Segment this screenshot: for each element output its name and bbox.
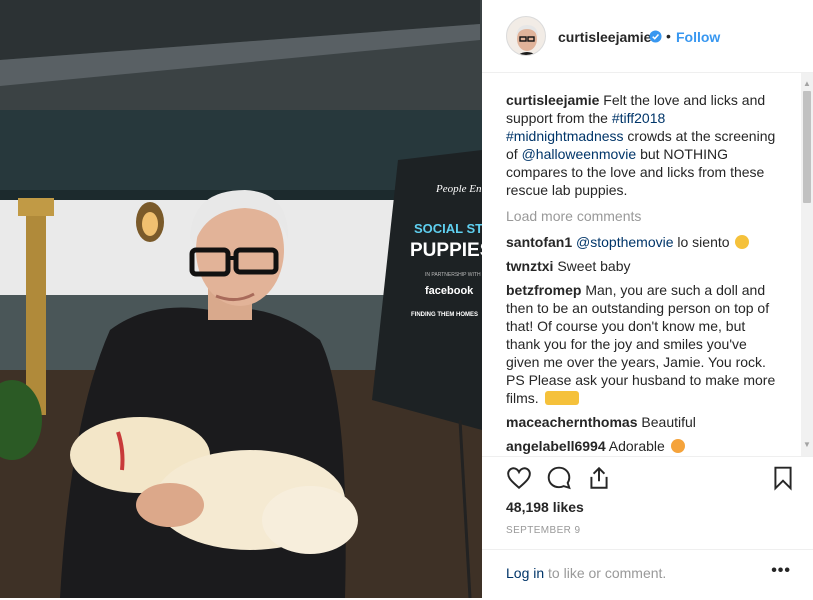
comment-icon[interactable] [546,465,572,491]
comment: santofan1 @stopthemovie lo siento [506,233,782,251]
mention-halloweenmovie[interactable]: @halloweenmovie [522,146,637,162]
follow-button[interactable]: Follow [676,29,720,45]
avatar-image [507,17,545,55]
action-icons [506,465,796,497]
more-options-icon[interactable]: ••• [771,562,791,580]
comment-text: Adorable [605,438,665,454]
sign-partner: IN PARTNERSHIP WITH [425,272,481,278]
comments-list[interactable]: curtisleejamie Felt the love and licks a… [482,73,813,456]
sign-title1: SOCIAL STU [414,221,482,236]
comment-text: Beautiful [637,414,696,430]
post-photo[interactable]: People Entert SOCIAL STU PUPPIES IN PART… [0,0,482,598]
astonished-emoji [735,235,750,249]
separator-dot: • [666,28,671,44]
comment: angelabell6994 Adorable [506,437,782,455]
sign-ftm: FINDING THEM HOMES [411,312,478,318]
instagram-post-modal: People Entert SOCIAL STU PUPPIES IN PART… [0,0,813,598]
comment-username[interactable]: maceachernthomas [506,414,638,430]
verified-badge-icon [649,30,662,43]
add-comment-section: Log in to like or comment. ••• [482,549,813,600]
post-actions: 48,198 likes SEPTEMBER 9 Log in to like … [482,456,813,599]
comment-text: Sweet baby [553,258,631,274]
scrollbar-thumb[interactable] [803,91,811,203]
comment-username[interactable]: betzfromep [506,282,581,298]
caption: curtisleejamie Felt the love and licks a… [506,91,782,199]
comment-username[interactable]: twnztxi [506,258,553,274]
scroll-up-arrow-icon[interactable]: ▲ [801,77,813,91]
post-header: curtisleejamie • Follow [482,0,813,73]
hashtag-midnightmadness[interactable]: #midnightmadness [506,128,624,144]
post-author-username[interactable]: curtisleejamie [558,29,651,45]
smile-emoji [670,439,685,453]
post-date[interactable]: SEPTEMBER 9 [506,525,580,536]
comments-scrollbar[interactable]: ▲ ▼ [801,73,813,456]
sign-title2: PUPPIES [410,240,482,261]
sign-facebook: facebook [425,285,474,297]
load-more-comments[interactable]: Load more comments [506,207,782,225]
comment-username[interactable]: santofan1 [506,234,572,250]
bookmark-icon[interactable] [770,465,796,491]
share-icon[interactable] [586,465,612,491]
avatar[interactable] [506,16,546,56]
login-link[interactable]: Log in [506,565,544,581]
caption-username[interactable]: curtisleejamie [506,92,599,108]
comment-text: lo siento [673,234,730,250]
heart-icon[interactable] [506,465,532,491]
hands-emoji [544,391,579,405]
comment: betzfromep Man, you are such a doll and … [506,281,782,407]
sign-brand: People Entert [435,183,482,195]
login-prompt: Log in to like or comment. [506,565,666,581]
comment: twnztxi Sweet baby [506,257,782,275]
comment-text: Man, you are such a doll and then to be … [506,282,776,406]
comment-username[interactable]: angelabell6994 [506,438,606,454]
post-side-panel: curtisleejamie • Follow curtisleejamie F… [482,0,813,598]
comment: maceachernthomas Beautiful [506,413,782,431]
comment-mention[interactable]: @stopthemovie [576,234,673,250]
login-prompt-text: to like or comment. [544,565,667,581]
photo-illustration: People Entert SOCIAL STU PUPPIES IN PART… [0,0,482,598]
like-count[interactable]: 48,198 likes [506,499,584,515]
scroll-down-arrow-icon[interactable]: ▼ [801,438,813,452]
hashtag-tiff2018[interactable]: #tiff2018 [612,110,665,126]
